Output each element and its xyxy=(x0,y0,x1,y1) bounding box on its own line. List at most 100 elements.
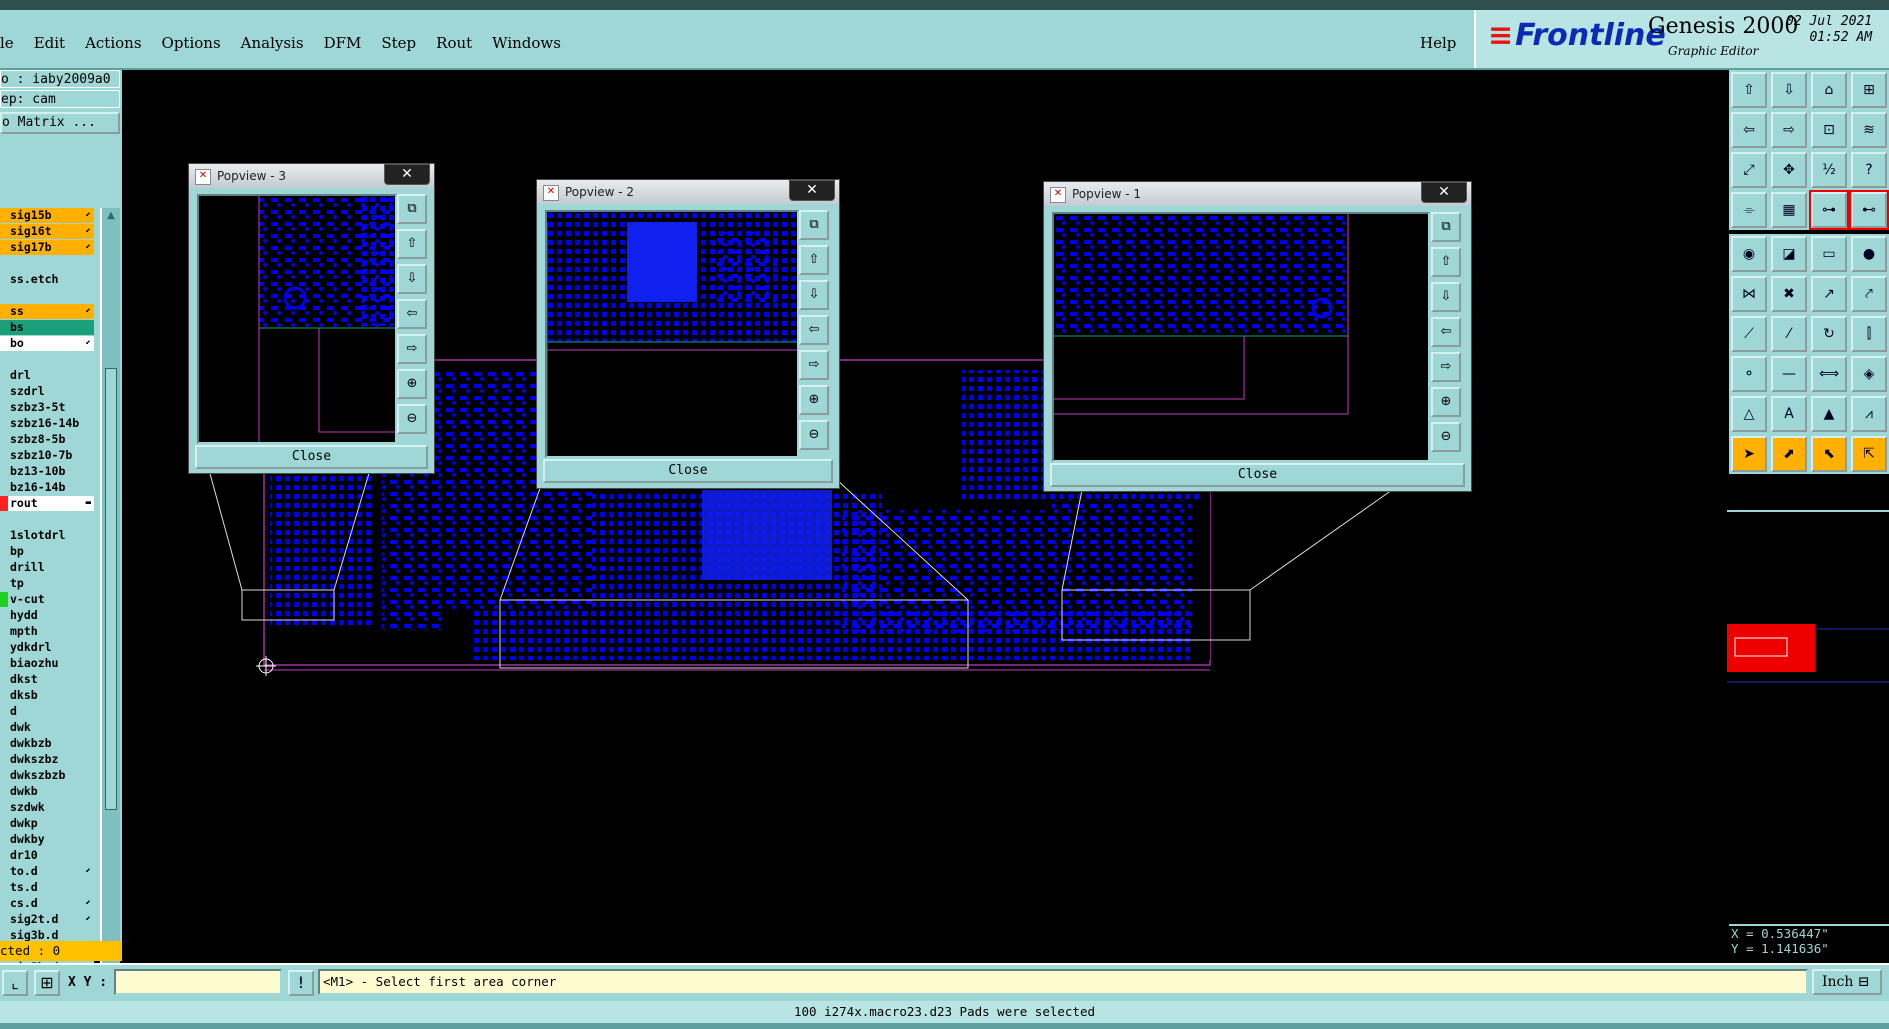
triangle-b-icon[interactable]: ▲ xyxy=(1811,396,1847,432)
menu-file[interactable]: le xyxy=(0,24,24,54)
layer-item[interactable]: szbz10-7b xyxy=(0,448,94,463)
arc-icon[interactable]: ↻ xyxy=(1811,316,1847,352)
popview-3-view[interactable] xyxy=(197,194,397,444)
layer-item[interactable]: ss ⬋ xyxy=(0,304,94,319)
pan-down-icon[interactable]: ⇩ xyxy=(397,264,427,294)
draw-line-icon[interactable]: ⟋ xyxy=(1731,316,1767,352)
popview-2-view[interactable] xyxy=(545,210,799,458)
layer-item[interactable]: dwk xyxy=(0,720,94,735)
popview-2-titlebar[interactable]: ✕ Popview - 2 ✕ xyxy=(537,180,839,204)
snap-mode-icon[interactable]: ⌞ xyxy=(2,970,28,996)
pan-right-icon[interactable]: ⇨ xyxy=(1431,352,1461,382)
layer-item[interactable]: biaozhu xyxy=(0,656,94,671)
slash-icon[interactable]: ⁄ xyxy=(1771,316,1807,352)
layer-item[interactable]: dwkb xyxy=(0,784,94,799)
layer-item[interactable]: dwkbzb xyxy=(0,736,94,751)
layer-affected-icon[interactable]: ⬋ xyxy=(86,896,91,911)
layer-color-icon[interactable]: ◪ xyxy=(1771,236,1807,272)
select-net-icon[interactable]: ⬉ xyxy=(1811,436,1847,472)
layer-item[interactable] xyxy=(0,512,94,527)
scale-1-2-icon[interactable]: ½ xyxy=(1811,152,1847,188)
zoom-out-icon[interactable]: ⊖ xyxy=(799,420,829,450)
layer-item[interactable]: ss.etch xyxy=(0,272,94,287)
popview-1-close-icon[interactable]: ✕ xyxy=(1421,182,1467,203)
measure-net-icon[interactable]: ⊷ xyxy=(1849,190,1889,230)
layer-affected-icon[interactable]: ⬋ xyxy=(86,864,91,879)
menu-rout[interactable]: Rout xyxy=(426,24,482,54)
layer-item[interactable]: dwkszbz xyxy=(0,752,94,767)
matrix-button[interactable]: o Matrix ... xyxy=(0,112,120,134)
zoom-home-icon[interactable]: ⇧ xyxy=(1731,72,1767,108)
window-split-icon[interactable]: ⊞ xyxy=(1851,72,1887,108)
layer-affected-icon[interactable]: ⬋ xyxy=(86,304,91,319)
layer-item[interactable]: d xyxy=(0,704,94,719)
menu-edit[interactable]: Edit xyxy=(24,24,75,54)
units-selector[interactable]: Inch ⊟ xyxy=(1812,969,1882,995)
layer-item[interactable]: dksb xyxy=(0,688,94,703)
zoom-fit-icon[interactable]: ⤢ xyxy=(1731,152,1767,188)
layer-item[interactable]: szbz16-14b xyxy=(0,416,94,431)
add-line-icon[interactable]: ↗ xyxy=(1811,276,1847,312)
layer-item[interactable]: szdwk xyxy=(0,800,94,815)
layer-item[interactable]: dwkby xyxy=(0,832,94,847)
net-connect-icon[interactable]: ⋈ xyxy=(1731,276,1767,312)
resize-icon[interactable]: ⟺ xyxy=(1811,356,1847,392)
grid-mode-icon[interactable]: ⊞ xyxy=(34,970,60,996)
layer-affected-icon[interactable]: ⬋ xyxy=(86,224,91,239)
popview-1-view[interactable] xyxy=(1052,212,1430,462)
scroll-thumb[interactable] xyxy=(105,368,117,810)
pan-up-icon[interactable]: ⇧ xyxy=(1431,247,1461,277)
triangle-c-icon[interactable]: ⩘ xyxy=(1851,396,1887,432)
popview-3-titlebar[interactable]: ✕ Popview - 3 ✕ xyxy=(189,164,434,188)
redraw-icon[interactable]: ≋ xyxy=(1851,112,1887,148)
layer-affected-icon[interactable]: ⬋ xyxy=(86,336,91,351)
triangle-a-icon[interactable]: A xyxy=(1771,396,1807,432)
pan-right-icon[interactable]: ⇨ xyxy=(397,334,427,364)
layer-affected-icon[interactable]: ⬋ xyxy=(86,208,91,223)
move-icon[interactable]: ⤤ xyxy=(1851,276,1887,312)
pan-up-icon[interactable]: ⇧ xyxy=(397,229,427,259)
layer-item[interactable]: drl xyxy=(0,368,94,383)
layer-item[interactable]: bo ⬋ xyxy=(0,336,94,351)
menu-step[interactable]: Step xyxy=(371,24,426,54)
home-view-icon[interactable]: ⌂ xyxy=(1811,72,1847,108)
copper-fill-icon[interactable]: ◈ xyxy=(1851,356,1887,392)
alert-icon[interactable]: ! xyxy=(288,970,314,996)
zoom-in-icon[interactable]: ⊕ xyxy=(397,369,427,399)
layer-item[interactable]: bs xyxy=(0,320,94,335)
select-area-icon[interactable]: ⬈ xyxy=(1771,436,1807,472)
layer-item[interactable]: dkst xyxy=(0,672,94,687)
layer-item[interactable]: ydkdrl xyxy=(0,640,94,655)
zoom-in-icon[interactable]: ⊕ xyxy=(1431,387,1461,417)
layer-item[interactable]: szbz3-5t xyxy=(0,400,94,415)
pan-center-icon[interactable]: ✥ xyxy=(1771,152,1807,188)
layer-item[interactable]: szbz8-5b xyxy=(0,432,94,447)
zoom-fit-icon[interactable]: ⧉ xyxy=(799,210,829,240)
ruler-icon[interactable]: ▭ xyxy=(1811,236,1847,272)
zoom-out-icon[interactable]: ⊖ xyxy=(397,404,427,434)
popview-1-close-button[interactable]: Close xyxy=(1050,463,1465,487)
layer-item[interactable]: dwkszbzb xyxy=(0,768,94,783)
select-multi-icon[interactable]: ⇱ xyxy=(1851,436,1887,472)
scroll-up-arrow-icon[interactable]: ▲ xyxy=(104,210,118,224)
pan-left-icon[interactable]: ⇦ xyxy=(397,299,427,329)
layer-item[interactable]: drill xyxy=(0,560,94,575)
layer-item[interactable]: mpth xyxy=(0,624,94,639)
xy-input[interactable] xyxy=(114,969,282,995)
pan-down-icon[interactable]: ⇩ xyxy=(799,280,829,310)
popview-2-close-button[interactable]: Close xyxy=(543,459,833,483)
zoom-fit-icon[interactable]: ⧉ xyxy=(1431,212,1461,242)
pan-right-icon[interactable]: ⇨ xyxy=(799,350,829,380)
popview-3-close-button[interactable]: Close xyxy=(195,445,428,469)
menu-dfm[interactable]: DFM xyxy=(314,24,372,54)
layer-item[interactable]: sig17b ⬋ xyxy=(0,240,94,255)
zoom-fit-icon[interactable]: ⧉ xyxy=(397,194,427,224)
layer-item[interactable] xyxy=(0,352,94,367)
layer-item[interactable]: ts.d xyxy=(0,880,94,895)
pan-right-icon[interactable]: ⇨ xyxy=(1771,112,1807,148)
pad-icon[interactable]: ◉ xyxy=(1731,236,1767,272)
popview-2-close-icon[interactable]: ✕ xyxy=(789,180,835,201)
snap-icon[interactable]: ⌯ xyxy=(1731,192,1767,228)
grid-icon[interactable]: ▦ xyxy=(1771,192,1807,228)
zoom-down-icon[interactable]: ⇩ xyxy=(1771,72,1807,108)
